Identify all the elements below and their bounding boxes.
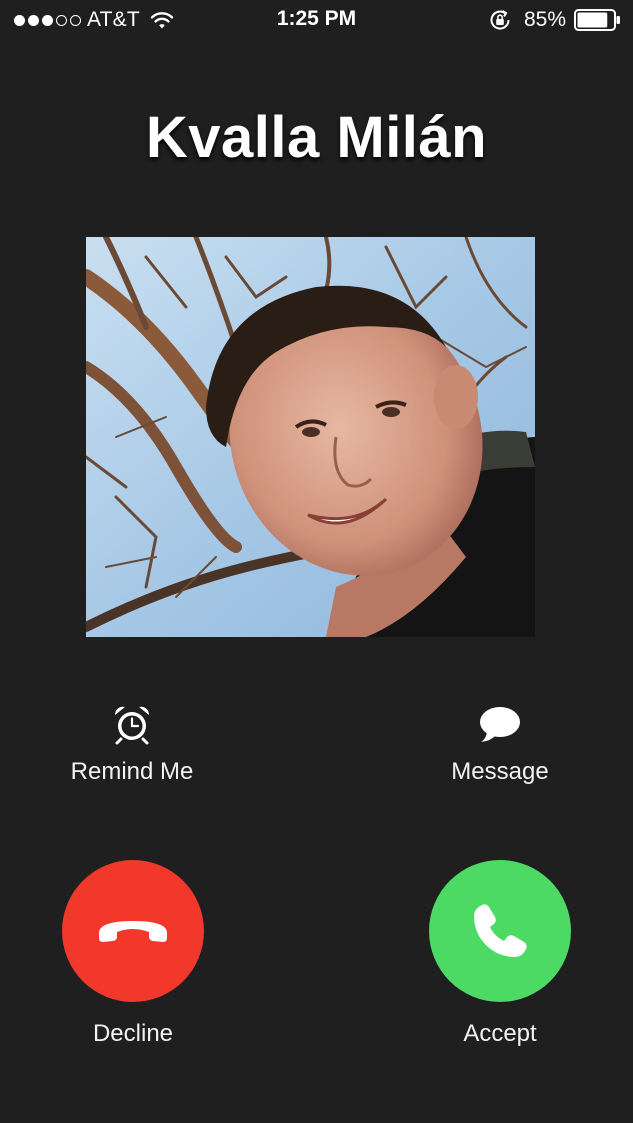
phone-hangup-icon — [99, 921, 167, 942]
battery-percent: 85% — [523, 8, 566, 31]
incoming-call-screen: AT&T 1:25 PM 85% Kvalla Milán Remind Me … — [0, 0, 633, 1123]
decline-button[interactable] — [62, 860, 204, 1002]
battery-icon — [574, 9, 620, 31]
caller-photo — [86, 237, 535, 637]
phone-icon — [474, 904, 527, 957]
status-right: 85% — [488, 8, 621, 32]
remind-me-button[interactable]: Remind Me — [32, 700, 232, 786]
remind-me-label: Remind Me — [70, 758, 194, 785]
caller-name: Kvalla Milán — [145, 105, 488, 170]
status-bar: AT&T 1:25 PM 85% — [0, 0, 633, 42]
message-label: Message — [451, 758, 549, 785]
message-button[interactable]: Message — [400, 700, 600, 786]
orientation-lock-icon — [490, 10, 510, 30]
alarm-clock-icon — [114, 706, 150, 745]
accept-button[interactable] — [429, 860, 571, 1002]
accept-label: Accept — [463, 1020, 537, 1047]
decline-label: Decline — [92, 1020, 174, 1047]
speech-bubble-icon — [480, 707, 520, 742]
